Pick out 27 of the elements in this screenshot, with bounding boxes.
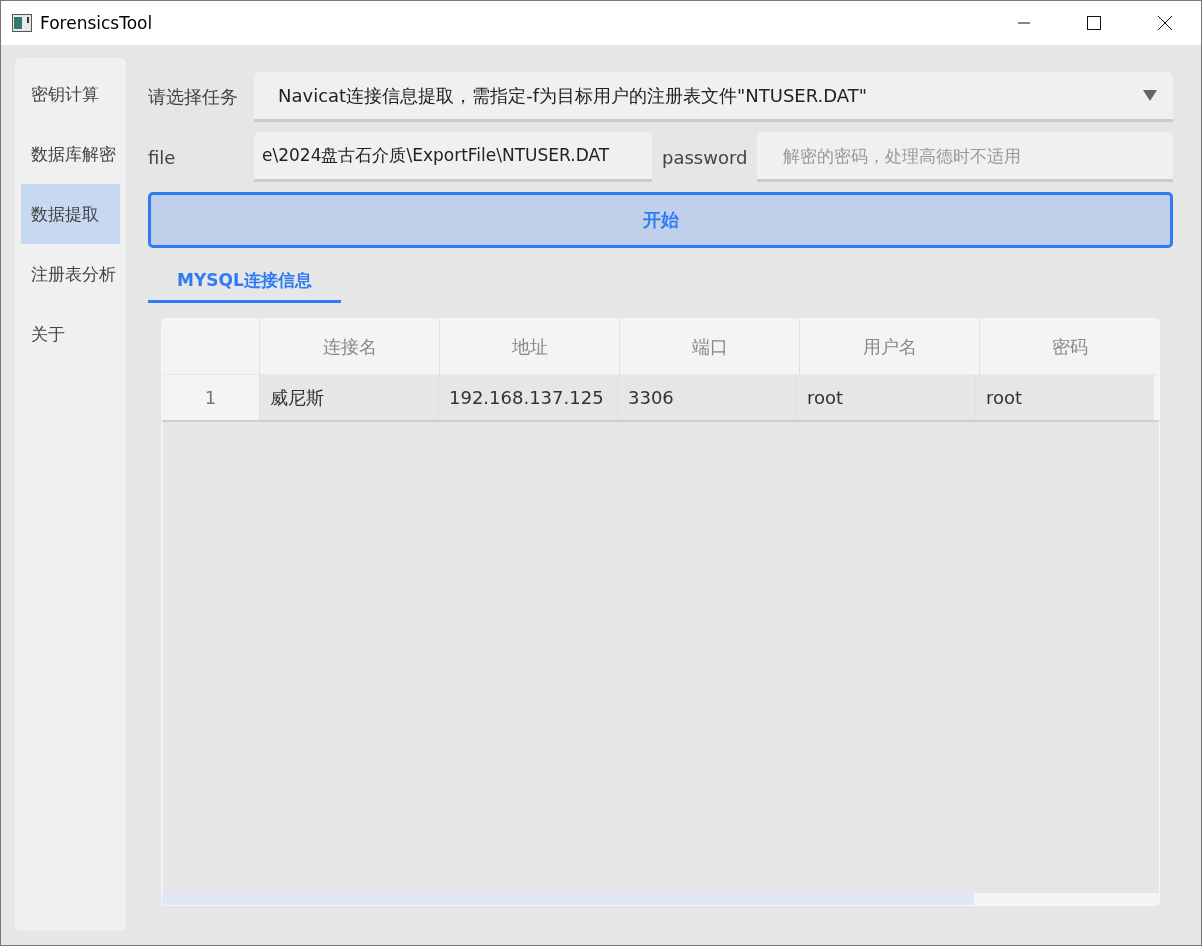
sidebar-item[interactable]: 数据库解密 xyxy=(21,124,120,184)
file-label: file xyxy=(148,146,177,168)
column-header: 端口 xyxy=(619,319,799,375)
app-icon xyxy=(12,14,32,32)
table-cell: 3306 xyxy=(617,375,796,420)
password-label: password xyxy=(662,146,748,168)
sidebar-item[interactable]: 数据提取 xyxy=(21,184,120,244)
task-dropdown[interactable]: Navicat连接信息提取，需指定-f为目标用户的注册表文件"NTUSER.DAT" xyxy=(254,72,1173,122)
table-cell: 威尼斯 xyxy=(259,375,438,420)
column-header: 连接名 xyxy=(259,319,439,375)
maximize-icon xyxy=(1087,16,1101,30)
window-title: ForensicsTool xyxy=(40,13,153,33)
minimize-icon xyxy=(1017,22,1031,24)
column-header: 地址 xyxy=(439,319,619,375)
table-cell: root xyxy=(975,375,1154,420)
close-icon xyxy=(1157,15,1173,31)
password-input[interactable]: 解密的密码，处理高德时不适用 xyxy=(757,132,1173,182)
table-cell: root xyxy=(796,375,975,420)
column-header: 用户名 xyxy=(799,319,979,375)
sidebar-item[interactable]: 注册表分析 xyxy=(21,244,120,304)
task-label: 请选择任务 xyxy=(148,85,239,109)
column-header: 密码 xyxy=(979,319,1159,375)
sidebar-item[interactable]: 关于 xyxy=(21,304,120,364)
dropdown-arrow-icon xyxy=(1143,90,1157,101)
file-input[interactable]: e\2024盘古石介质\ExportFile\NTUSER.DAT xyxy=(254,132,652,182)
table-cell: 192.168.137.125 xyxy=(438,375,617,420)
sidebar-item[interactable]: 密钥计算 xyxy=(21,64,120,124)
